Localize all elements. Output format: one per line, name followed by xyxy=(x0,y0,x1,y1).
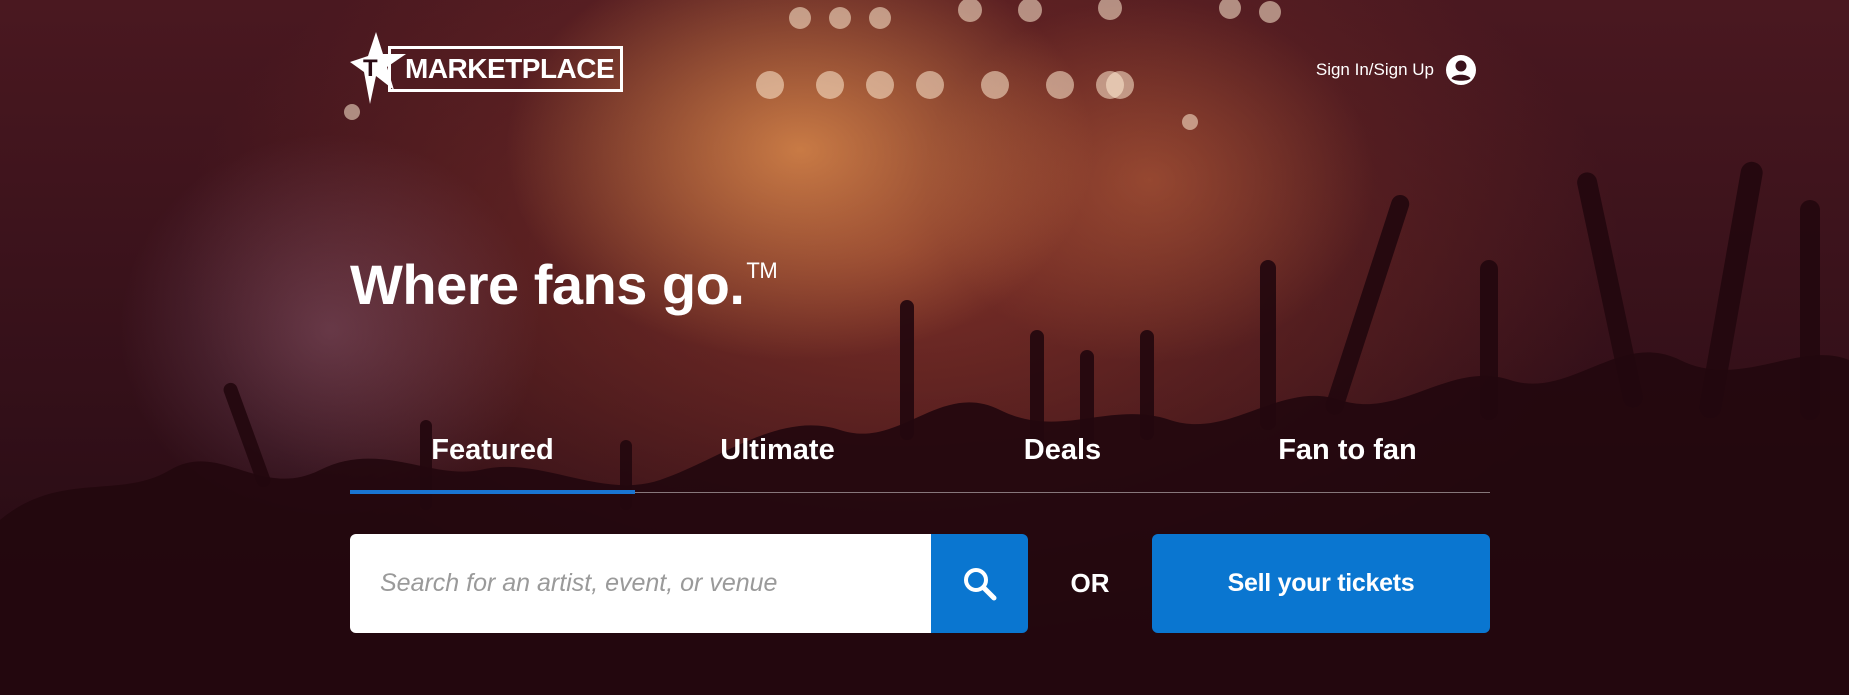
or-separator: OR xyxy=(1070,568,1110,598)
tab-featured[interactable]: Featured xyxy=(350,428,635,494)
trademark-mark: TM xyxy=(746,258,778,283)
search-icon xyxy=(963,567,996,600)
account-circle-icon xyxy=(1446,55,1476,85)
search-button[interactable] xyxy=(931,534,1028,633)
hero-headline: Where fans go.TM xyxy=(350,252,778,317)
search-input[interactable] xyxy=(350,568,931,599)
headline-text: Where fans go. xyxy=(350,253,745,316)
search-box xyxy=(350,534,931,633)
signin-label: Sign In/Sign Up xyxy=(1315,60,1434,79)
marketplace-logo[interactable]: T MARKETPLACE xyxy=(350,32,626,104)
sell-tickets-button[interactable]: Sell your tickets xyxy=(1152,534,1490,633)
logo-letter: T xyxy=(363,55,378,82)
signin-link[interactable]: Sign In/Sign Up xyxy=(1316,55,1476,85)
logo-wordmark: MARKETPLACE xyxy=(388,46,624,92)
search-row: OR Sell your tickets xyxy=(350,534,1490,633)
tab-fan-to-fan[interactable]: Fan to fan xyxy=(1205,428,1490,492)
category-tabs: Featured Ultimate Deals Fan to fan xyxy=(350,428,1490,494)
tab-ultimate[interactable]: Ultimate xyxy=(635,428,920,492)
tab-deals[interactable]: Deals xyxy=(920,428,1205,492)
